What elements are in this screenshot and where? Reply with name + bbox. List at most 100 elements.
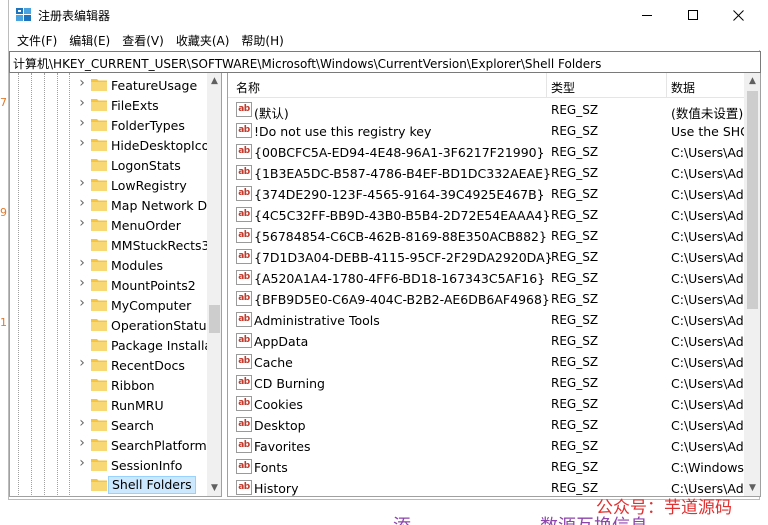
value-name: Cookies <box>254 397 303 412</box>
folder-icon <box>91 319 107 331</box>
column-header-data[interactable]: 数据 <box>671 79 695 96</box>
list-scrollbar[interactable]: ▲ ▼ <box>744 73 760 496</box>
value-data: C:\Users\Adr <box>671 355 744 370</box>
menu-file[interactable]: 文件(F) <box>12 30 64 50</box>
chevron-right-icon[interactable]: › <box>77 455 87 471</box>
tree-item[interactable]: › Search <box>10 415 206 435</box>
tree-item[interactable]: OperationStatus <box>10 315 213 335</box>
tree-item[interactable]: › MountPoints2 <box>10 275 206 295</box>
minimize-button[interactable] <box>624 0 670 30</box>
close-button[interactable] <box>715 0 761 30</box>
tree-scroll-thumb[interactable] <box>209 305 220 333</box>
scroll-up-icon[interactable]: ▲ <box>207 73 221 90</box>
tree-item[interactable]: › HideDesktopIco <box>10 135 209 155</box>
tree-item[interactable]: Ribbon <box>10 375 206 395</box>
value-name: {7D1D3A04-DEBB-4115-95CF-2F29DA2920DA} <box>254 250 553 265</box>
chevron-right-icon[interactable]: › <box>77 175 87 191</box>
chevron-right-icon[interactable]: › <box>77 415 87 431</box>
folder-icon <box>91 299 107 311</box>
folder-icon <box>91 99 107 111</box>
margin-number: 7 <box>0 96 7 109</box>
tree-item[interactable]: › Modules <box>10 255 206 275</box>
list-item[interactable]: ab {A520A1A4-1780-4FF6-BD18-167343C5AF16}… <box>228 267 744 288</box>
value-type: REG_SZ <box>551 103 599 117</box>
folder-icon <box>91 399 107 411</box>
value-type: REG_SZ <box>551 355 599 369</box>
tree-item[interactable]: › FileExts <box>10 95 206 115</box>
maximize-button[interactable] <box>670 0 716 30</box>
key-tree-pane[interactable]: › FeatureUsage › FileExts › FolderTypes › HideD… <box>9 73 222 497</box>
list-item[interactable]: ab {374DE290-123F-4565-9164-39C4925E467B}… <box>228 183 744 204</box>
chevron-right-icon[interactable]: › <box>77 295 87 311</box>
string-value-icon: ab <box>236 228 252 243</box>
tree-scrollbar[interactable]: ▲ ▼ <box>207 73 221 496</box>
list-item[interactable]: ab {BFB9D5E0-C6A9-404C-B2B2-AE6DB6AF4968}… <box>228 288 744 309</box>
list-item[interactable]: ab Fonts REG_SZ C:\Windows\ <box>228 456 744 477</box>
tree-item[interactable]: RunMRU <box>10 395 206 415</box>
chevron-right-icon[interactable]: › <box>77 435 87 451</box>
chevron-right-icon[interactable]: › <box>77 255 87 271</box>
chevron-right-icon[interactable]: › <box>77 275 87 291</box>
list-item[interactable]: ab {00BCFC5A-ED94-4E48-96A1-3F6217F21990}… <box>228 141 744 162</box>
list-item[interactable]: ab (默认) REG_SZ (数值未设置) <box>228 99 744 121</box>
list-item[interactable]: ab !Do not use this registry key REG_SZ Use… <box>228 120 744 141</box>
chevron-right-icon[interactable]: › <box>77 75 87 91</box>
window-title: 注册表编辑器 <box>38 9 111 23</box>
address-bar[interactable]: 计算机\HKEY_CURRENT_USER\SOFTWARE\Microsoft… <box>9 51 761 73</box>
column-header-type[interactable]: 类型 <box>551 79 575 96</box>
tree-item[interactable]: › LowRegistry <box>10 175 206 195</box>
list-item[interactable]: ab Cookies REG_SZ C:\Users\Adr <box>228 393 744 414</box>
values-list-pane[interactable]: 名称 类型 数据 ab (默认) REG_SZ (数值未设置) ab !Do not us… <box>227 73 761 497</box>
list-item[interactable]: ab Cache REG_SZ C:\Users\Adr <box>228 351 744 372</box>
margin-number: 9 <box>0 206 7 219</box>
tree-item[interactable]: › RecentDocs <box>10 355 206 375</box>
value-name: {00BCFC5A-ED94-4E48-96A1-3F6217F21990} <box>254 145 545 160</box>
chevron-right-icon[interactable]: › <box>77 95 87 111</box>
value-name: {BFB9D5E0-C6A9-404C-B2B2-AE6DB6AF4968} <box>254 292 550 307</box>
menu-favorites[interactable]: 收藏夹(A) <box>171 30 237 50</box>
tree-item[interactable]: MMStuckRects3 <box>10 235 210 255</box>
tree-item[interactable]: › SessionInfo <box>10 455 206 475</box>
list-item[interactable]: ab AppData REG_SZ C:\Users\Adr <box>228 330 744 351</box>
tree-item[interactable]: LogonStats <box>10 155 206 175</box>
tree-item[interactable]: › SearchPlatform <box>10 435 206 455</box>
title-bar[interactable]: 注册表编辑器 <box>9 0 761 30</box>
string-value-icon: ab <box>236 186 252 201</box>
tree-item[interactable]: › FolderTypes <box>10 115 206 135</box>
list-scroll-thumb[interactable] <box>747 91 758 309</box>
list-item[interactable]: ab {4C5C32FF-BB9D-43B0-B5B4-2D72E54EAAA4}… <box>228 204 744 225</box>
tree-item[interactable]: Shell Folders <box>10 475 206 495</box>
menu-view[interactable]: 查看(V) <box>117 30 171 50</box>
chevron-right-icon[interactable]: › <box>77 215 87 231</box>
value-type: REG_SZ <box>551 334 599 348</box>
tree-item[interactable]: › MyComputer <box>10 295 206 315</box>
string-value-icon: ab <box>236 354 252 369</box>
tree-item[interactable]: › FeatureUsage <box>10 75 206 95</box>
tree-item[interactable]: › MenuOrder <box>10 215 206 235</box>
chevron-right-icon[interactable]: › <box>77 115 87 131</box>
chevron-right-icon[interactable]: › <box>77 355 87 371</box>
tree-item-label: RunMRU <box>111 398 164 413</box>
scroll-down-icon[interactable]: ▼ <box>744 480 760 496</box>
chevron-right-icon[interactable]: › <box>77 195 87 211</box>
scroll-up-icon[interactable]: ▲ <box>744 73 760 90</box>
tree-item[interactable]: › Map Network D <box>10 195 207 215</box>
value-name: {4C5C32FF-BB9D-43B0-B5B4-2D72E54EAAA4} <box>254 208 551 223</box>
list-item[interactable]: ab Administrative Tools REG_SZ C:\Users\Adr <box>228 309 744 330</box>
folder-icon <box>91 379 107 391</box>
folder-icon <box>91 359 107 371</box>
string-value-icon: ab <box>236 396 252 411</box>
list-item[interactable]: ab {1B3EA5DC-B587-4786-B4EF-BD1DC332AEAE}… <box>228 162 744 183</box>
tree-item-label: RecentDocs <box>111 358 185 373</box>
list-item[interactable]: ab CD Burning REG_SZ C:\Users\Adr <box>228 372 744 393</box>
scroll-down-icon[interactable]: ▼ <box>207 480 221 496</box>
column-header-name[interactable]: 名称 <box>236 79 260 96</box>
menu-help[interactable]: 帮助(H) <box>236 30 290 50</box>
tree-item[interactable]: Package Installa <box>10 335 212 355</box>
list-item[interactable]: ab Favorites REG_SZ C:\Users\Adr <box>228 435 744 456</box>
list-item[interactable]: ab Desktop REG_SZ C:\Users\Adr <box>228 414 744 435</box>
menu-edit[interactable]: 编辑(E) <box>64 30 117 50</box>
list-item[interactable]: ab {7D1D3A04-DEBB-4115-95CF-2F29DA2920DA}… <box>228 246 744 267</box>
list-item[interactable]: ab {56784854-C6CB-462B-8169-88E350ACB882}… <box>228 225 744 246</box>
chevron-right-icon[interactable]: › <box>77 135 87 151</box>
